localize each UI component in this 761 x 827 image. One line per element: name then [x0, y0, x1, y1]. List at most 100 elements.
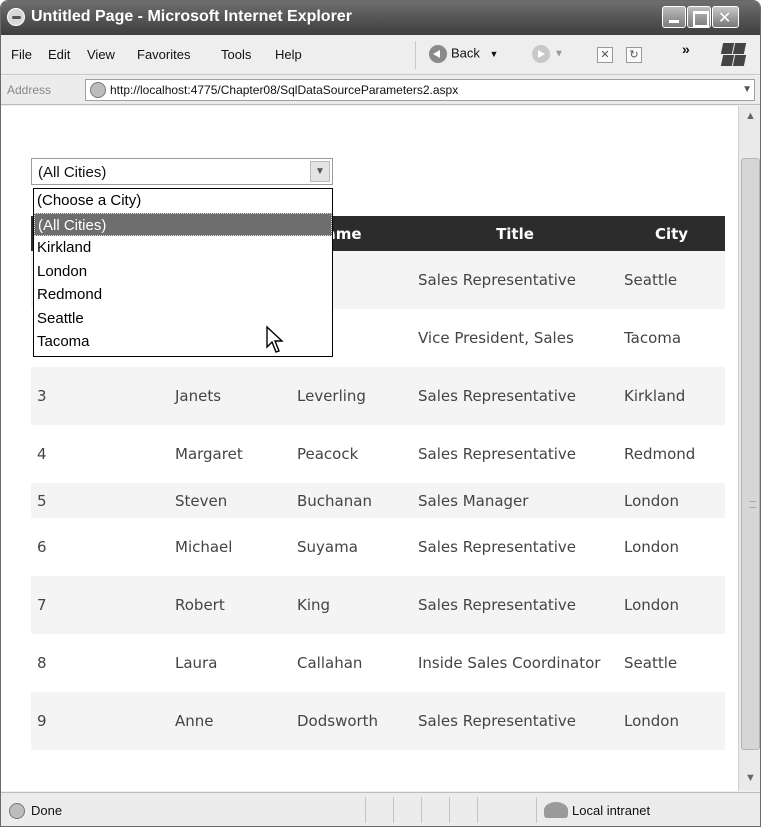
menu-edit[interactable]: Edit: [48, 47, 70, 62]
cell-last: King: [291, 576, 412, 634]
city-option[interactable]: Seattle: [34, 307, 332, 331]
city-select-value: (All Cities): [38, 164, 107, 181]
toolbar-chevron[interactable]: »: [682, 41, 690, 57]
page-icon: [90, 82, 106, 98]
cell-title: Inside Sales Coordinator: [412, 634, 618, 692]
table-row: 3 Janets Leverling Sales Representative …: [31, 367, 725, 425]
maximize-button[interactable]: [687, 6, 711, 28]
scroll-up-icon[interactable]: ▲: [742, 108, 759, 125]
city-option[interactable]: (Choose a City): [34, 189, 332, 213]
status-text: Done: [31, 803, 63, 818]
scroll-thumb[interactable]: [741, 158, 760, 750]
cell-first: Steven: [169, 483, 291, 518]
table-row: 6 Michael Suyama Sales Representative Lo…: [31, 518, 725, 576]
address-bar: Address http://localhost:4775/Chapter08/…: [1, 76, 760, 105]
cell-title: Sales Representative: [412, 367, 618, 425]
page-icon: [9, 803, 25, 819]
menu-file[interactable]: File: [11, 47, 32, 62]
city-option[interactable]: Tacoma: [34, 330, 332, 354]
cell-id: 9: [31, 692, 169, 750]
cell-title: Sales Representative: [412, 518, 618, 576]
intranet-zone-icon: [544, 802, 568, 818]
cell-first: Laura: [169, 634, 291, 692]
status-divider: [421, 797, 422, 823]
back-arrow-icon: [429, 45, 447, 63]
page-content: (All Cities) ▼ stName Title City 1 volio…: [1, 106, 738, 791]
cell-title: Sales Representative: [412, 692, 618, 750]
cell-id: 4: [31, 425, 169, 483]
status-divider: [477, 797, 478, 823]
toolbar-separator: [415, 41, 416, 69]
cell-id: 7: [31, 576, 169, 634]
cell-first: Janets: [169, 367, 291, 425]
cell-last: Suyama: [291, 518, 412, 576]
cell-city: Kirkland: [618, 367, 725, 425]
window-title: Untitled Page - Microsoft Internet Explo…: [31, 8, 352, 25]
grip-icon: [749, 501, 756, 508]
cell-first: Margaret: [169, 425, 291, 483]
menu-favorites[interactable]: Favorites: [137, 47, 190, 62]
cell-last: Dodsworth: [291, 692, 412, 750]
city-option[interactable]: Redmond: [34, 283, 332, 307]
security-zone: Local intranet: [572, 803, 651, 818]
cell-first: Michael: [169, 518, 291, 576]
header-title[interactable]: Title: [412, 216, 618, 251]
city-dropdown-list[interactable]: (Choose a City) (All Cities) Kirkland Lo…: [33, 188, 333, 357]
status-divider: [449, 797, 450, 823]
cell-last: Callahan: [291, 634, 412, 692]
cell-title: Sales Representative: [412, 251, 618, 309]
status-bar: Done Local intranet: [1, 792, 760, 826]
address-url[interactable]: http://localhost:4775/Chapter08/SqlDataS…: [110, 83, 458, 97]
cell-id: 8: [31, 634, 169, 692]
table-row: 4 Margaret Peacock Sales Representative …: [31, 425, 725, 483]
cell-title: Sales Representative: [412, 576, 618, 634]
cell-last: Leverling: [291, 367, 412, 425]
browser-window: Untitled Page - Microsoft Internet Explo…: [0, 0, 761, 827]
city-select[interactable]: (All Cities) ▼: [31, 158, 333, 185]
cell-city: Seattle: [618, 634, 725, 692]
menu-bar: File Edit View Favorites Tools Help Back…: [1, 35, 760, 75]
table-row: 7 Robert King Sales Representative Londo…: [31, 576, 725, 634]
cell-city: London: [618, 576, 725, 634]
cell-city: London: [618, 692, 725, 750]
cell-last: Buchanan: [291, 483, 412, 518]
chevron-down-icon[interactable]: ▼: [310, 161, 330, 182]
menu-help[interactable]: Help: [275, 47, 302, 62]
menu-tools[interactable]: Tools: [221, 47, 251, 62]
table-row: 8 Laura Callahan Inside Sales Coordinato…: [31, 634, 725, 692]
back-label: Back: [451, 45, 480, 61]
city-option-highlighted[interactable]: (All Cities): [34, 212, 332, 236]
address-label: Address: [7, 83, 52, 97]
status-divider: [393, 797, 394, 823]
status-divider: [365, 797, 366, 823]
cell-first: Anne: [169, 692, 291, 750]
back-button[interactable]: Back ▼: [429, 45, 498, 63]
scroll-down-icon[interactable]: ▼: [742, 770, 759, 787]
refresh-icon[interactable]: ↻: [626, 47, 642, 63]
cell-city: Tacoma: [618, 309, 725, 367]
address-dropdown-icon[interactable]: ▼: [742, 84, 752, 95]
forward-button[interactable]: ▼: [532, 45, 564, 63]
cell-title: Sales Representative: [412, 425, 618, 483]
vertical-scrollbar[interactable]: ▲ ▼: [738, 106, 760, 791]
title-bar: Untitled Page - Microsoft Internet Explo…: [1, 1, 760, 35]
mouse-cursor-icon: [266, 325, 284, 353]
cell-city: London: [618, 483, 725, 518]
minimize-button[interactable]: [662, 6, 686, 28]
close-button[interactable]: [712, 6, 739, 28]
windows-logo-icon: [720, 41, 747, 67]
cell-city: Redmond: [618, 425, 725, 483]
city-option[interactable]: Kirkland: [34, 236, 332, 260]
cell-id: 5: [31, 483, 169, 518]
cell-city: London: [618, 518, 725, 576]
table-row: 5 Steven Buchanan Sales Manager London: [31, 483, 725, 518]
cell-first: Robert: [169, 576, 291, 634]
cell-last: Peacock: [291, 425, 412, 483]
cell-city: Seattle: [618, 251, 725, 309]
menu-view[interactable]: View: [87, 47, 115, 62]
city-option[interactable]: London: [34, 260, 332, 284]
chevron-down-icon[interactable]: ▼: [490, 49, 499, 59]
address-input[interactable]: http://localhost:4775/Chapter08/SqlDataS…: [85, 79, 755, 101]
header-city[interactable]: City: [618, 216, 725, 251]
stop-icon[interactable]: ✕: [597, 47, 613, 63]
